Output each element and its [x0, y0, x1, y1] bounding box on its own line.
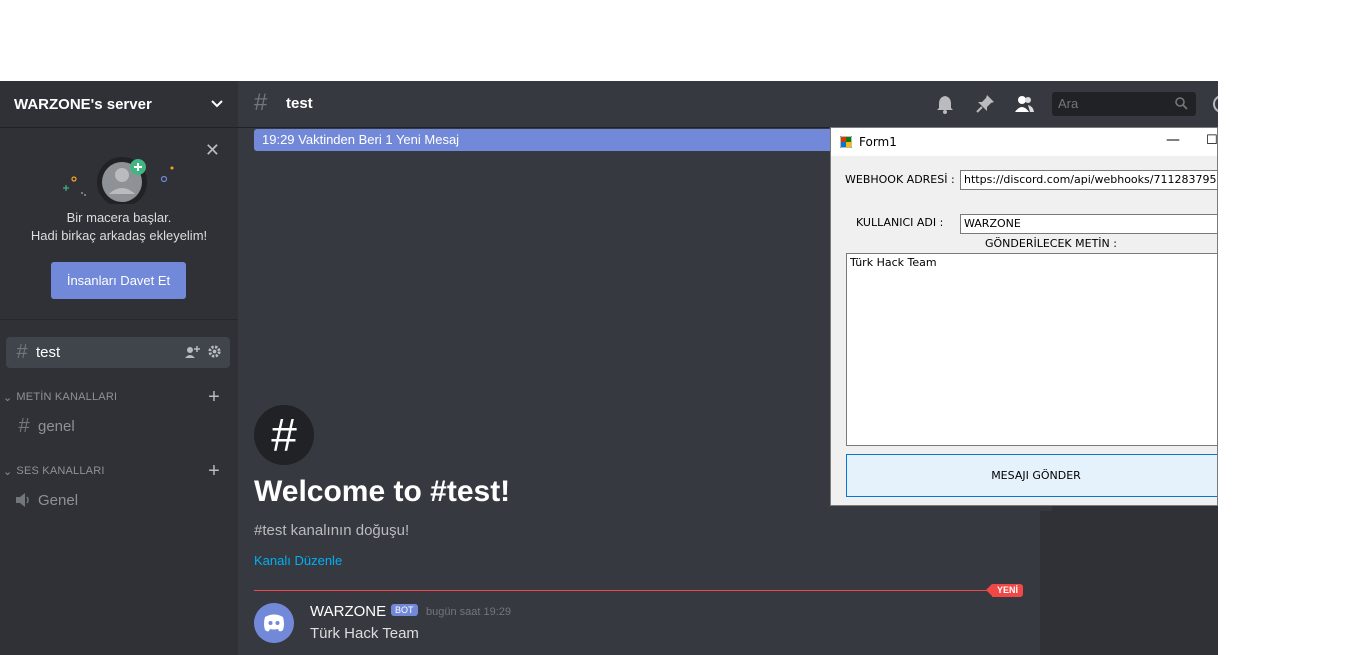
- hash-icon: #: [16, 341, 28, 363]
- server-header[interactable]: WARZONE's server: [0, 81, 238, 128]
- welcome-subtitle: #test kanalının doğuşu!: [254, 522, 410, 539]
- new-badge: YENİ: [985, 584, 1024, 597]
- add-channel-icon[interactable]: +: [208, 460, 220, 483]
- channel-label: test: [36, 344, 61, 361]
- username-label: KULLANICI ADI :: [856, 216, 944, 229]
- message-timestamp: bugün saat 19:29: [426, 606, 512, 618]
- username-input[interactable]: WARZONE: [960, 214, 1217, 234]
- avatar[interactable]: [254, 603, 294, 643]
- channel-title: test: [286, 95, 313, 112]
- help-icon[interactable]: [1212, 94, 1218, 114]
- channel-sidebar: WARZONE's server ✕ Bir macera başlar. Ha…: [0, 81, 238, 655]
- send-message-button[interactable]: MESAJI GÖNDER: [846, 454, 1217, 497]
- pin-icon[interactable]: [974, 93, 996, 115]
- channel-label: Genel: [38, 491, 79, 509]
- message-author[interactable]: WARZONE: [310, 603, 386, 620]
- channel-hash-icon: #: [254, 405, 314, 465]
- invite-text-1: Bir macera başlar.: [66, 210, 172, 225]
- new-messages-bar[interactable]: 19:29 Vaktinden Beri 1 Yeni Mesaj: [254, 129, 874, 151]
- welcome-title: Welcome to #test!: [254, 475, 511, 508]
- hash-icon: #: [18, 414, 30, 437]
- chevron-down-icon: [211, 100, 223, 108]
- close-icon[interactable]: ✕: [205, 140, 220, 161]
- bell-icon[interactable]: [934, 93, 956, 115]
- message-textarea[interactable]: Türk Hack Team: [846, 253, 1217, 446]
- gear-icon[interactable]: [207, 344, 222, 359]
- channel-header: # test Ara: [238, 81, 1218, 128]
- maximize-button[interactable]: ☐: [1206, 133, 1217, 153]
- channel-label: genel: [38, 417, 75, 435]
- category-label: SES KANALLARI: [16, 465, 105, 477]
- form-titlebar[interactable]: Form1 — ☐: [831, 128, 1217, 156]
- sidebar-item-test[interactable]: # test: [6, 337, 230, 368]
- chevron-down-icon: ⌄: [3, 465, 13, 478]
- message-label: GÖNDERİLECEK METİN :: [985, 237, 1117, 250]
- channel-actions: [184, 344, 222, 361]
- search-icon: [1175, 97, 1188, 110]
- edit-channel-link[interactable]: Kanalı Düzenle: [254, 553, 342, 568]
- add-channel-icon[interactable]: +: [208, 386, 220, 409]
- add-member-icon[interactable]: [184, 344, 201, 361]
- hash-icon: #: [254, 89, 268, 116]
- invite-illustration-icon: [63, 157, 174, 204]
- form-app-icon: [840, 136, 852, 148]
- invite-people-button[interactable]: İnsanları Davet Et: [51, 262, 186, 299]
- webhook-input[interactable]: https://discord.com/api/webhooks/7112837…: [960, 170, 1217, 190]
- webhook-label: WEBHOOK ADRESİ :: [845, 173, 955, 186]
- chat-scrollbar[interactable]: [1040, 511, 1052, 655]
- category-text-channels[interactable]: ⌄ METİN KANALLARI +: [0, 386, 238, 409]
- category-label: METİN KANALLARI: [16, 391, 118, 403]
- chevron-down-icon: ⌄: [3, 391, 13, 404]
- search-placeholder: Ara: [1058, 96, 1079, 111]
- server-name: WARZONE's server: [14, 95, 152, 113]
- form-title: Form1: [859, 135, 897, 149]
- message-content: Türk Hack Team: [310, 625, 419, 642]
- sidebar-item-voice-genel[interactable]: Genel: [10, 486, 230, 514]
- bot-badge: BOT: [391, 604, 418, 616]
- form-window: Form1 — ☐ WEBHOOK ADRESİ : https://disco…: [830, 127, 1218, 506]
- speaker-icon: [16, 493, 29, 507]
- category-voice-channels[interactable]: ⌄ SES KANALLARI +: [0, 460, 238, 483]
- members-icon[interactable]: [1013, 93, 1035, 115]
- member-list-panel: [1052, 501, 1218, 655]
- minimize-button[interactable]: —: [1153, 132, 1193, 152]
- new-messages-divider: [254, 590, 994, 591]
- invite-text-2: Hadi birkaç arkadaş ekleyelim!: [30, 228, 208, 243]
- search-input[interactable]: Ara: [1052, 92, 1196, 116]
- sidebar-item-genel[interactable]: # genel: [10, 412, 230, 440]
